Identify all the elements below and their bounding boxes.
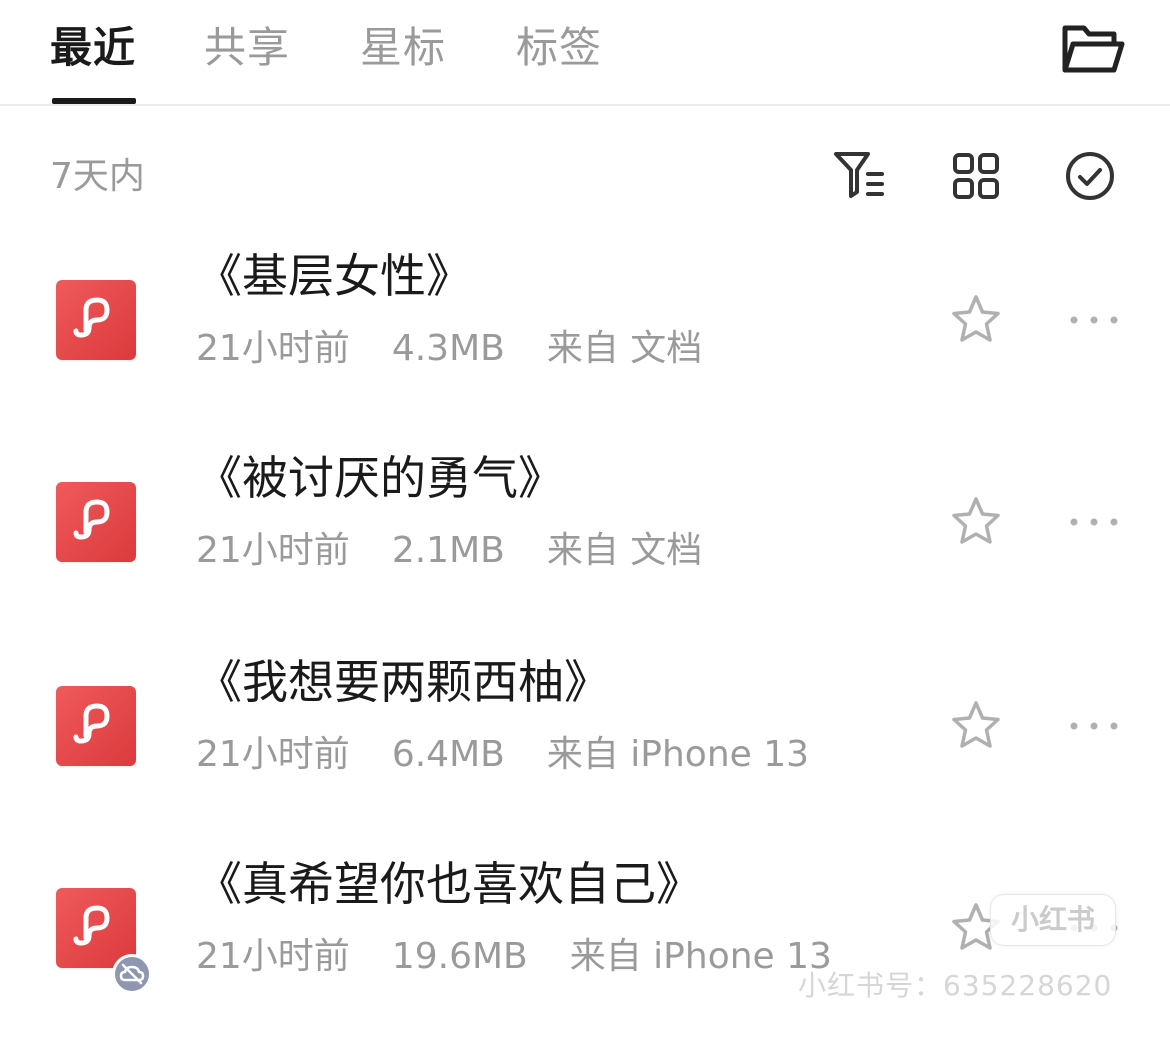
star-outline-icon [952,295,1000,342]
file-time: 21小时前 [196,530,350,571]
file-time: 21小时前 [196,734,350,775]
file-size: 19.6MB [391,936,528,977]
section-label-7-days: 7天内 [50,156,145,197]
more-button[interactable] [1062,502,1126,542]
file-meta: 21小时前 4.3MB 来自 文档 [196,324,702,374]
watermark-logo: 小红书 [990,894,1116,946]
file-source: 来自 文档 [546,328,703,369]
file-source: 来自 iPhone 13 [546,734,810,775]
cloud-off-icon [119,963,145,985]
file-meta: 21小时前 19.6MB 来自 iPhone 13 [196,932,832,982]
tab-shared[interactable]: 共享 [204,22,290,74]
file-size: 2.1MB [391,530,505,571]
star-outline-icon [952,701,1000,748]
more-button[interactable] [1062,706,1126,746]
select-button[interactable] [1060,146,1120,206]
file-list-item[interactable]: 《我想要两颗西柚》 21小时前 6.4MB 来自 iPhone 13 [0,634,1170,834]
star-outline-icon [952,497,1000,544]
file-title: 《真希望你也喜欢自己》 [196,857,702,911]
pdf-file-icon [56,686,136,766]
top-tab-bar: 最近 共享 星标 标签 [0,0,1170,106]
file-time: 21小时前 [196,328,350,369]
file-source: 来自 iPhone 13 [569,936,832,977]
more-horizontal-icon [1070,518,1118,526]
filter-button[interactable] [830,146,890,206]
cloud-off-badge [112,954,152,994]
file-list-item[interactable]: 《被讨厌的勇气》 21小时前 2.1MB 来自 文档 [0,430,1170,630]
grid-view-icon [953,153,999,199]
file-list-item[interactable]: 《基层女性》 21小时前 4.3MB 来自 文档 [0,228,1170,428]
star-button[interactable] [948,292,1004,348]
file-title: 《基层女性》 [196,249,472,303]
star-button[interactable] [948,698,1004,754]
file-meta: 21小时前 2.1MB 来自 文档 [196,526,702,576]
star-button[interactable] [948,494,1004,550]
check-circle-icon [1066,152,1114,200]
pdf-file-icon [56,280,136,360]
more-horizontal-icon [1070,722,1118,730]
tab-recent[interactable]: 最近 [50,22,136,74]
filter-list-icon [834,152,884,198]
active-tab-indicator [52,98,136,104]
file-size: 6.4MB [391,734,505,775]
file-title: 《我想要两颗西柚》 [196,655,610,709]
pdf-file-icon [56,482,136,562]
grid-view-button[interactable] [946,146,1006,206]
file-time: 21小时前 [196,936,350,977]
more-horizontal-icon [1070,316,1118,324]
file-meta: 21小时前 6.4MB 来自 iPhone 13 [196,730,809,780]
file-title: 《被讨厌的勇气》 [196,451,564,505]
watermark-id: 小红书号：635228620 [798,969,1113,1002]
tab-starred[interactable]: 星标 [360,22,446,74]
file-size: 4.3MB [391,328,505,369]
tab-tags[interactable]: 标签 [516,22,602,74]
more-button[interactable] [1062,300,1126,340]
folder-button[interactable] [1058,14,1128,84]
file-source: 来自 文档 [546,530,703,571]
folder-icon [1062,25,1125,73]
